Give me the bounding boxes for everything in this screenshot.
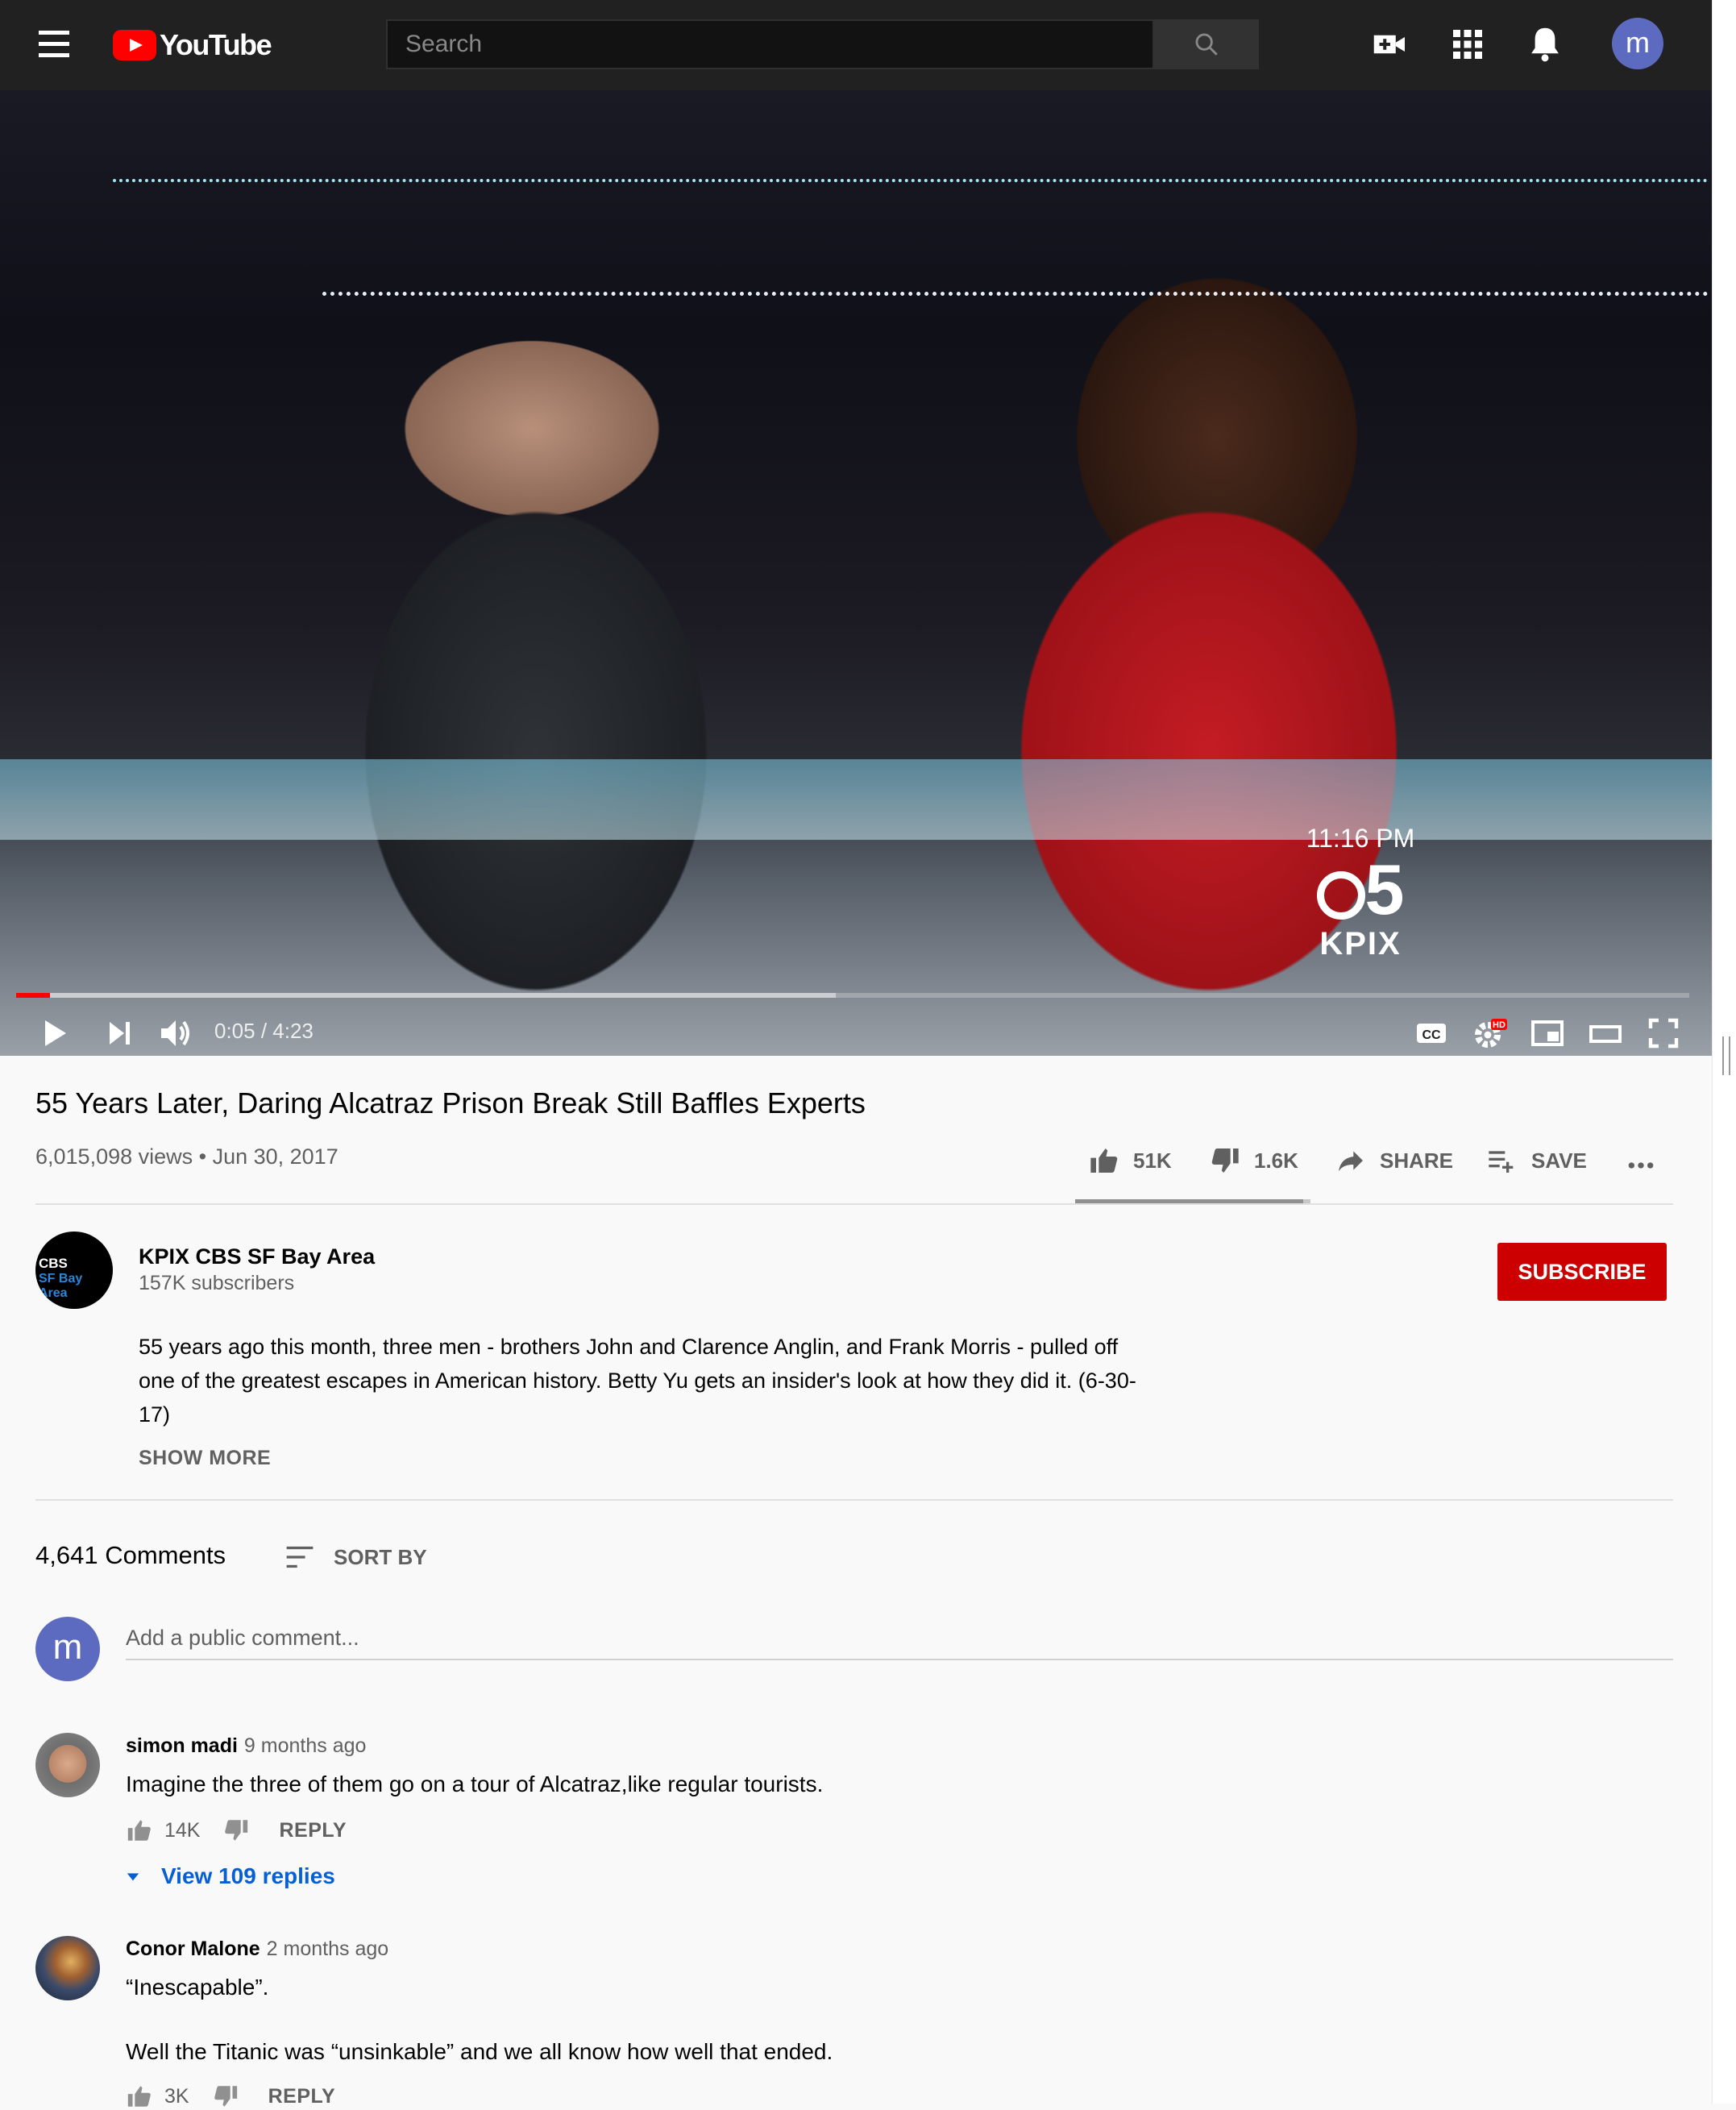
avatar[interactable]: m [1612,18,1663,69]
progress-played [16,993,50,998]
create-video-icon[interactable] [1368,23,1412,66]
menu-icon[interactable] [39,31,69,60]
comment-text-line1: “Inescapable”. [126,1975,269,2000]
dislike-button[interactable]: 1.6K [1209,1144,1298,1177]
show-more-button[interactable]: SHOW MORE [139,1447,271,1470]
station-channel-number: 5 [1288,854,1433,926]
progress-bar[interactable] [16,993,1689,998]
cbs-eye-icon [1316,870,1365,920]
fullscreen-icon[interactable] [1644,1014,1683,1053]
captions-icon[interactable]: CC [1412,1014,1451,1053]
play-icon[interactable] [34,1014,73,1053]
thumb-up-icon[interactable] [126,1817,153,1844]
search-input[interactable] [388,21,1152,68]
theater-icon[interactable] [1586,1014,1625,1053]
comment-author[interactable]: simon madi 9 months ago [126,1734,366,1758]
comment-like-count: 14K [164,1818,201,1842]
channel-avatar-line2: SF Bay Area [39,1272,83,1300]
divider [35,1499,1673,1501]
save-button[interactable]: SAVE [1486,1144,1587,1177]
comment-time[interactable]: 2 months ago [267,1938,389,1960]
video-description: 55 years ago this month, three men - bro… [139,1335,1136,1427]
scrollbar-grip[interactable] [1722,1036,1730,1075]
subscribe-button[interactable]: SUBSCRIBE [1497,1243,1667,1301]
comments-count: 4,641 Comments [35,1541,226,1569]
commenter-avatar[interactable] [35,1936,100,2000]
comment-text: Imagine the three of them go on a tour o… [126,1771,824,1796]
save-playlist-icon [1489,1151,1514,1173]
caret-down-icon [127,1873,139,1881]
thumb-down-icon[interactable] [212,2083,239,2110]
channel-avatar-line1: CBS [39,1256,68,1271]
volume-icon[interactable] [156,1014,195,1053]
comment-author[interactable]: Conor Malone 2 months ago [126,1938,388,1961]
divider [35,1203,1673,1205]
commenter-avatar[interactable] [35,1733,100,1797]
video-frame-bridge [113,179,1709,255]
subscriber-count: 157K subscribers [139,1272,295,1294]
comment-time[interactable]: 9 months ago [244,1734,367,1757]
youtube-logo[interactable]: YouTube [113,27,272,63]
channel-avatar[interactable]: CBS SF Bay Area [35,1232,113,1309]
view-replies-button[interactable]: View 109 replies [126,1863,335,1889]
svg-text:HD: HD [1493,1020,1506,1030]
add-comment-input[interactable] [126,1617,1673,1660]
comment-author-name[interactable]: Conor Malone [126,1938,260,1960]
thumb-down-icon [1211,1148,1239,1173]
share-button[interactable]: SHARE [1335,1144,1453,1177]
comment-like-count: 3K [164,2084,189,2108]
search-icon [1195,33,1218,56]
player-controls: 0:05 / 4:23 CC HD [0,1007,1712,1056]
video-player[interactable]: 11:16 PM 5 KPIX 0:05 / 4:23 CC HD [0,90,1712,1056]
share-icon [1339,1151,1363,1172]
reply-button[interactable]: REPLY [268,2085,336,2108]
sort-by-button[interactable]: SORT BY [284,1543,427,1572]
miniplayer-icon[interactable] [1528,1014,1567,1053]
views-and-date: 6,015,098 views • Jun 30, 2017 [35,1144,338,1169]
comment-actions: 3K REPLY [126,2083,335,2110]
video-frame-desk [0,759,1712,840]
share-label: SHARE [1380,1148,1454,1173]
thumb-down-icon[interactable] [222,1817,250,1844]
svg-text:CC: CC [1422,1028,1441,1042]
dislike-count: 1.6K [1254,1148,1298,1173]
comment-text-line2: Well the Titanic was “unsinkable” and we… [126,2039,833,2064]
logo-text: YouTube [160,28,272,61]
station-name: KPIX [1319,926,1402,962]
thumb-up-icon[interactable] [126,2083,153,2110]
top-bar: YouTube m [0,0,1712,90]
youtube-play-icon [113,30,156,60]
like-button[interactable]: 51K [1088,1144,1172,1177]
video-frame-city-lights [322,292,1709,299]
sort-icon [286,1546,314,1568]
comment-actions: 14K REPLY [126,1817,347,1844]
next-icon[interactable] [100,1014,139,1053]
time-display: 0:05 / 4:23 [214,1019,314,1043]
channel-name[interactable]: KPIX CBS SF Bay Area [139,1244,375,1269]
save-label: SAVE [1531,1148,1587,1173]
comment-author-name[interactable]: simon madi [126,1734,238,1757]
scrollbar[interactable] [1712,0,1736,2104]
progress-buffered [16,993,837,998]
notifications-icon[interactable] [1523,23,1567,66]
more-icon[interactable] [1625,1149,1657,1182]
view-replies-label: View 109 replies [161,1863,335,1888]
settings-icon[interactable]: HD [1470,1014,1509,1053]
thumb-up-icon [1090,1148,1118,1173]
like-count: 51K [1133,1148,1172,1173]
search-box [386,19,1154,69]
video-title: 55 Years Later, Daring Alcatraz Prison B… [35,1086,866,1119]
apps-icon[interactable] [1446,23,1489,66]
avatar: m [35,1617,100,1681]
search-button[interactable] [1154,19,1259,69]
station-bug: 11:16 PM 5 KPIX [1288,824,1433,962]
sort-by-label: SORT BY [334,1544,427,1569]
station-time: 11:16 PM [1306,824,1415,853]
reply-button[interactable]: REPLY [279,1819,347,1842]
